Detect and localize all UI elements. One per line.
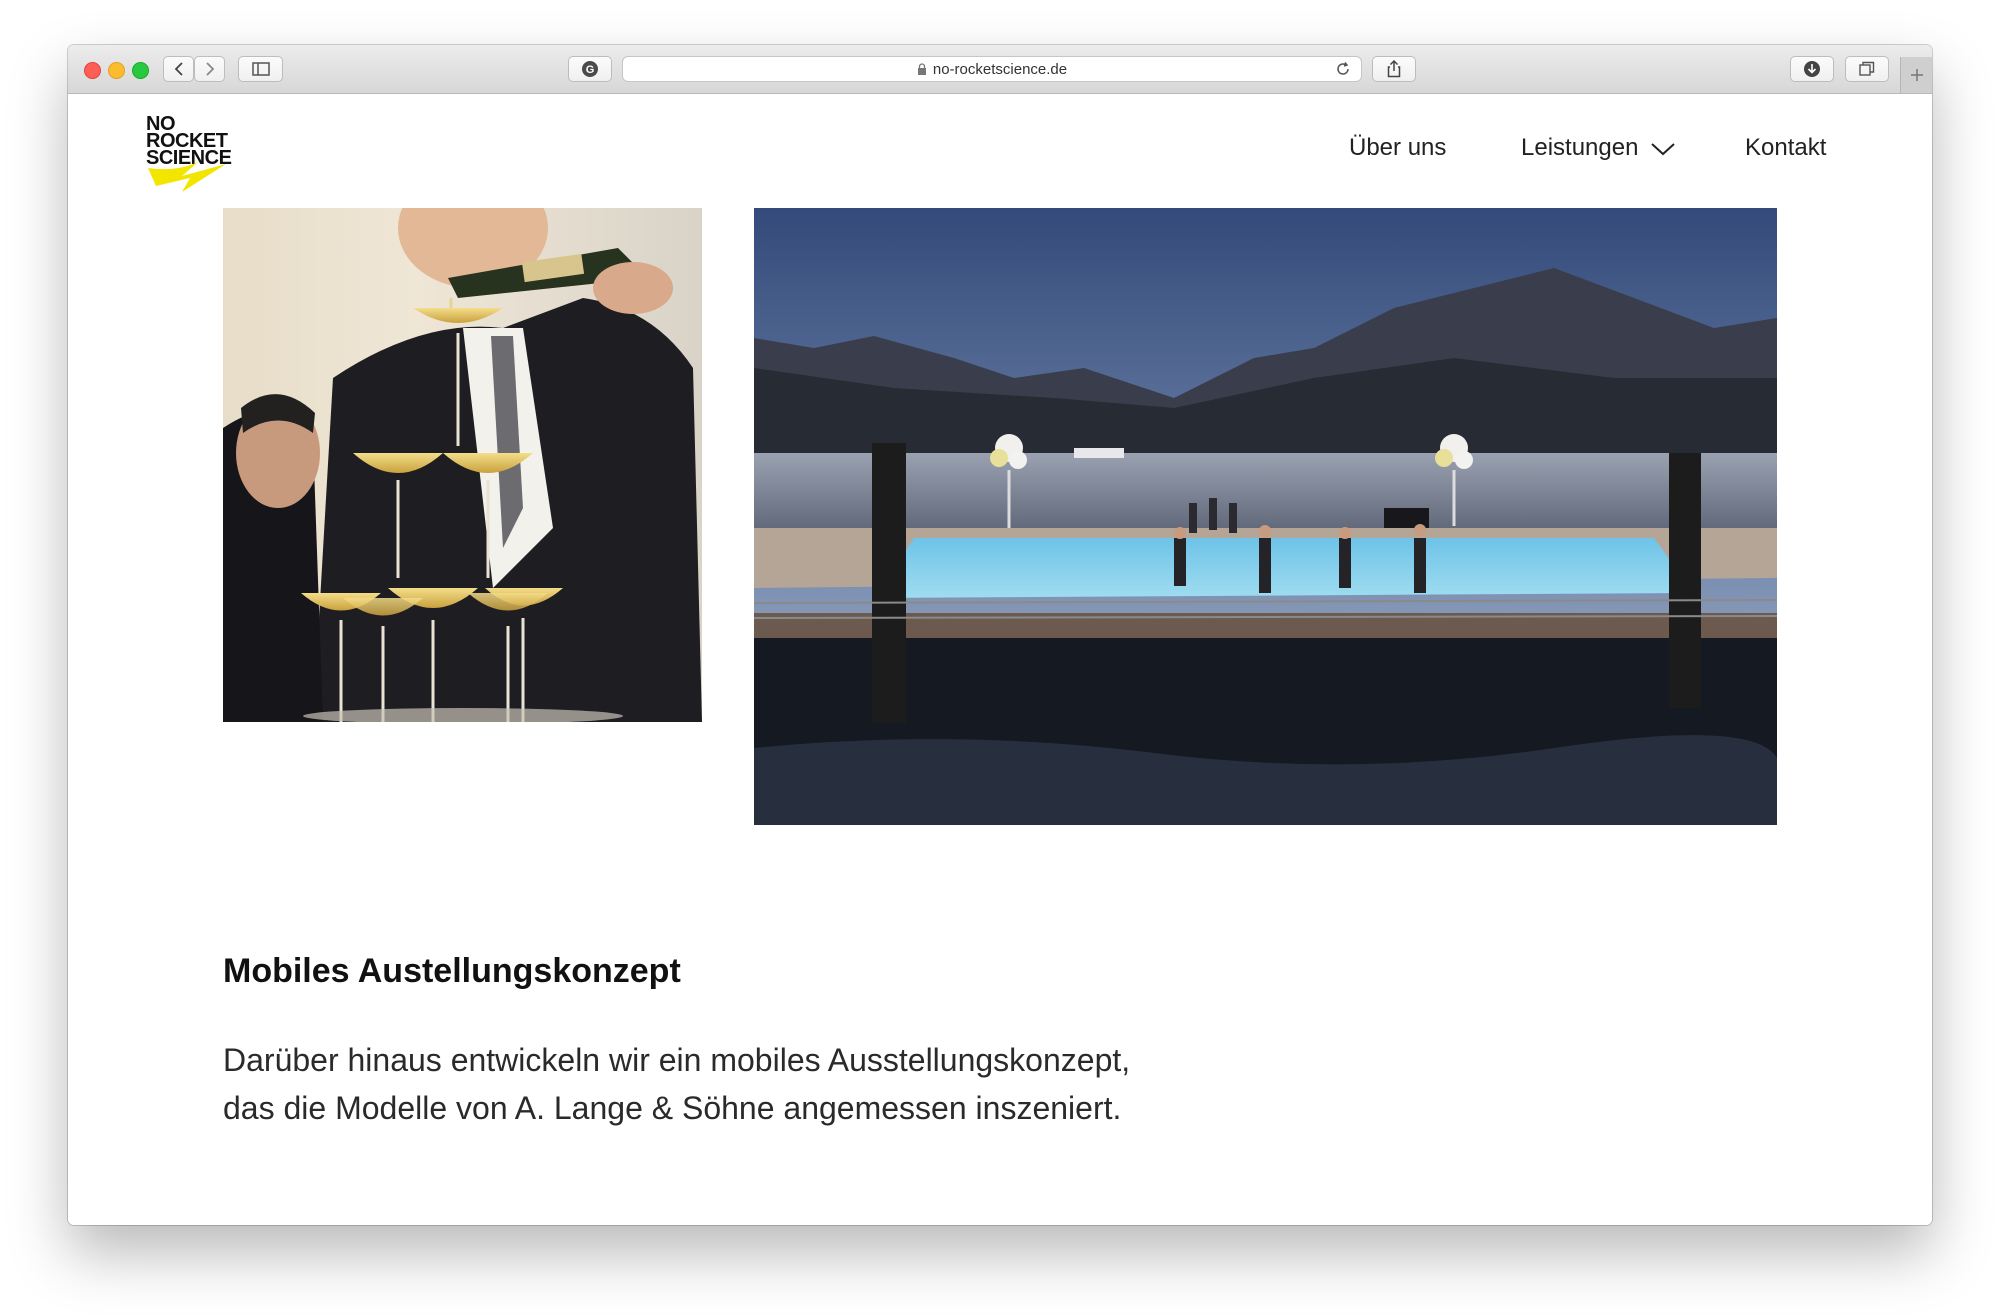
sidebar-toggle-button[interactable] [238,56,283,82]
back-button[interactable] [163,56,194,82]
nav-leistungen-label: Leistungen [1521,134,1639,161]
paragraph-line-1: Darüber hinaus entwickeln wir ein mobile… [223,1042,1131,1078]
forward-button[interactable] [194,56,225,82]
share-button[interactable] [1372,56,1416,82]
nav-ueber-uns[interactable]: Über uns [1349,134,1446,162]
extension-button[interactable]: G [568,56,612,82]
paragraph-line-2: das die Modelle von A. Lange & Söhne ang… [223,1090,1122,1126]
nav-leistungen[interactable]: Leistungen [1521,134,1675,162]
site-logo[interactable]: NO ROCKET SCIENCE [146,114,236,200]
download-icon [1804,61,1820,77]
nav-kontakt[interactable]: Kontakt [1745,134,1826,162]
minimize-window-button[interactable] [108,62,125,79]
chevron-right-icon [205,62,214,76]
chevron-left-icon [174,62,183,76]
browser-window: G no-rocketscience.de NO ROCKET SCIENCE [68,45,1932,1225]
lock-icon [917,63,926,75]
section-heading: Mobiles Austellungskonzept [223,952,681,990]
champagne-tower-photo [223,208,702,722]
plus-icon [1911,69,1923,81]
close-window-button[interactable] [84,62,101,79]
share-icon [1387,60,1401,78]
page-content: NO ROCKET SCIENCE Über uns Leistungen Ko… [68,94,1932,1225]
grammarly-icon: G [582,61,598,77]
zoom-window-button[interactable] [132,62,149,79]
address-bar[interactable]: no-rocketscience.de [622,56,1362,82]
tabs-overview-button[interactable] [1845,56,1889,82]
tabs-icon [1859,61,1875,76]
lake-pool-party-photo [754,208,1777,825]
downloads-button[interactable] [1790,56,1834,82]
svg-text:G: G [586,64,595,76]
reload-icon[interactable] [1335,61,1351,77]
browser-toolbar: G no-rocketscience.de [68,45,1932,94]
url-text: no-rocketscience.de [932,60,1068,78]
new-tab-button[interactable] [1900,57,1932,93]
section-paragraph: Darüber hinaus entwickeln wir ein mobile… [223,1036,1323,1132]
chevron-down-icon [1651,142,1675,156]
lightning-bolt-icon [148,162,226,192]
sidebar-icon [251,62,270,76]
